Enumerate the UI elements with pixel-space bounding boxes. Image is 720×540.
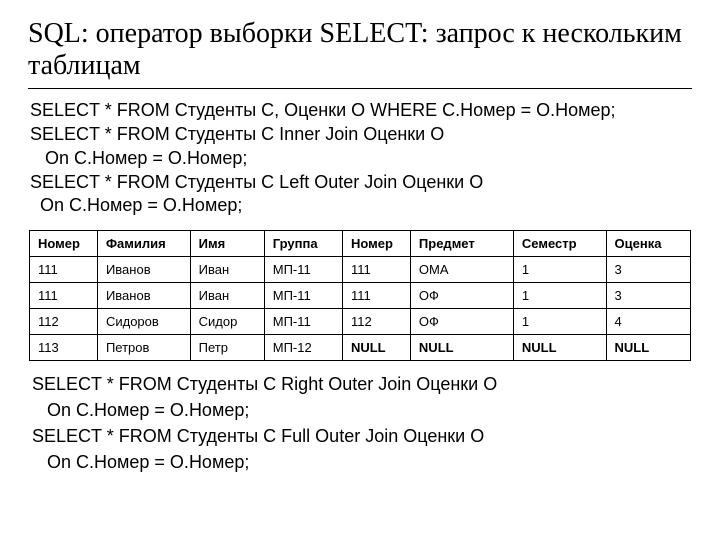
cell: 111	[30, 283, 98, 309]
slide: SQL: оператор выборки SELECT: запрос к н…	[0, 0, 720, 540]
cell: ОМА	[410, 257, 513, 283]
cell-null: NULL	[410, 335, 513, 361]
slide-title: SQL: оператор выборки SELECT: запрос к н…	[28, 18, 692, 82]
cell: МП-11	[264, 257, 342, 283]
table-header-row: Номер Фамилия Имя Группа Номер Предмет С…	[30, 231, 691, 257]
col-header: Оценка	[606, 231, 690, 257]
cell: Иванов	[97, 283, 190, 309]
cell: ОФ	[410, 283, 513, 309]
cell: 112	[342, 309, 410, 335]
col-header: Номер	[342, 231, 410, 257]
cell: Иван	[190, 257, 264, 283]
cell-null: NULL	[606, 335, 690, 361]
table-body: 111 Иванов Иван МП-11 111 ОМА 1 3 111 Ив…	[30, 257, 691, 361]
cell: 111	[342, 257, 410, 283]
cell: Петр	[190, 335, 264, 361]
cell: Иван	[190, 283, 264, 309]
col-header: Группа	[264, 231, 342, 257]
cell: 111	[342, 283, 410, 309]
cell: Сидоров	[97, 309, 190, 335]
cell: 1	[513, 283, 606, 309]
result-table: Номер Фамилия Имя Группа Номер Предмет С…	[29, 230, 691, 361]
cell: 3	[606, 257, 690, 283]
table-row: 111 Иванов Иван МП-11 111 ОМА 1 3	[30, 257, 691, 283]
table-head: Номер Фамилия Имя Группа Номер Предмет С…	[30, 231, 691, 257]
cell: 112	[30, 309, 98, 335]
cell: ОФ	[410, 309, 513, 335]
cell: МП-12	[264, 335, 342, 361]
col-header: Предмет	[410, 231, 513, 257]
col-header: Номер	[30, 231, 98, 257]
table-row: 111 Иванов Иван МП-11 111 ОФ 1 3	[30, 283, 691, 309]
cell: 1	[513, 309, 606, 335]
cell: МП-11	[264, 309, 342, 335]
cell: 111	[30, 257, 98, 283]
cell: Иванов	[97, 257, 190, 283]
cell-null: NULL	[342, 335, 410, 361]
col-header: Семестр	[513, 231, 606, 257]
cell: 1	[513, 257, 606, 283]
table-row: 113 Петров Петр МП-12 NULL NULL NULL NUL…	[30, 335, 691, 361]
cell: 3	[606, 283, 690, 309]
cell: Сидор	[190, 309, 264, 335]
title-underline	[28, 88, 692, 89]
cell: 4	[606, 309, 690, 335]
sql-code-before: SELECT * FROM Студенты С, Оценки О WHERE…	[30, 99, 692, 218]
col-header: Имя	[190, 231, 264, 257]
cell: Петров	[97, 335, 190, 361]
sql-code-after: SELECT * FROM Студенты С Right Outer Joi…	[32, 371, 692, 475]
col-header: Фамилия	[97, 231, 190, 257]
cell-null: NULL	[513, 335, 606, 361]
table-row: 112 Сидоров Сидор МП-11 112 ОФ 1 4	[30, 309, 691, 335]
cell: 113	[30, 335, 98, 361]
cell: МП-11	[264, 283, 342, 309]
